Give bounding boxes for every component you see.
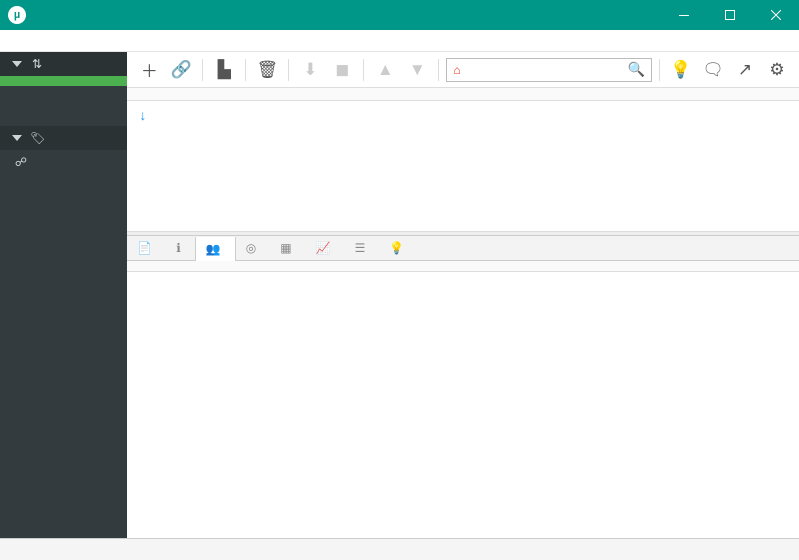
col-dl[interactable] [478, 92, 548, 96]
add-torrent-button[interactable]: ＋ [135, 56, 163, 84]
tag-icon: 🏷 [30, 131, 44, 145]
torrent-ul [548, 113, 618, 117]
sidebar-tasks-header[interactable]: ⇅ [0, 52, 127, 76]
torrent-list: ↓ [127, 101, 799, 231]
title-bar: µ [0, 0, 799, 30]
tab-files[interactable]: 📄 [127, 236, 166, 260]
start-button[interactable]: ⬇ [296, 56, 324, 84]
status-bar [0, 538, 799, 560]
torrent-list-header [127, 88, 799, 101]
stop-button[interactable]: ◼ [328, 56, 356, 84]
toolbar: ＋ 🔗 ▙ 🗑 ⬇ ◼ ▲ ▼ ⌂ 🔍 💡 🗨 ↗ ⚙ [127, 52, 799, 88]
pcol-client[interactable] [283, 264, 373, 268]
detail-tabs: 📄 ℹ 👥 ◎ ▦ 📈 ☰ 💡 [127, 235, 799, 261]
close-button[interactable] [753, 0, 799, 30]
download-icon: ↓ [139, 107, 146, 123]
separator [438, 59, 439, 81]
bundles-button[interactable]: 💡 [667, 56, 695, 84]
bulb-icon: 💡 [389, 241, 404, 255]
separator [245, 59, 246, 81]
sidebar-item-completed[interactable] [0, 96, 127, 106]
col-size[interactable] [728, 92, 793, 96]
sidebar-item-feeds[interactable]: ☍ [0, 150, 127, 174]
sidebar-item-inactive[interactable] [0, 116, 127, 126]
remote-button[interactable]: 🗨 [699, 56, 727, 84]
files-icon: 📄 [137, 241, 152, 255]
search-box[interactable]: ⌂ 🔍 [446, 58, 652, 82]
grid-icon: ▦ [280, 241, 291, 255]
col-ul[interactable] [548, 92, 618, 96]
menu-file[interactable] [4, 39, 20, 43]
col-peer[interactable] [673, 92, 728, 96]
search-icon[interactable]: 🔍 [628, 61, 645, 78]
sidebar-item-seeding[interactable] [0, 86, 127, 96]
pcol-pct[interactable] [428, 264, 483, 268]
pcol-ul[interactable] [548, 264, 613, 268]
separator [288, 59, 289, 81]
sidebar-item-downloading[interactable] [0, 76, 127, 86]
pcol-pdl[interactable] [668, 264, 753, 268]
pcol-ip[interactable] [133, 264, 283, 268]
chevron-down-icon [12, 61, 22, 67]
peers-header [127, 261, 799, 272]
menu-bar [0, 30, 799, 52]
menu-help[interactable] [36, 39, 52, 43]
separator [659, 59, 660, 81]
torrent-status [383, 113, 478, 117]
sidebar-item-active[interactable] [0, 106, 127, 116]
torrent-peer [673, 113, 728, 117]
torrent-dl [478, 113, 548, 117]
settings-button[interactable]: ⚙ [763, 56, 791, 84]
chevron-down-icon [12, 135, 22, 141]
tab-related[interactable]: 💡 [379, 236, 418, 260]
peers-panel [127, 261, 799, 538]
tab-tracker[interactable]: ◎ [236, 236, 270, 260]
tab-speed[interactable]: 📈 [306, 236, 345, 260]
tab-chunks[interactable]: ▦ [270, 236, 305, 260]
exchange-icon: ⇅ [30, 57, 44, 71]
search-input[interactable] [467, 63, 622, 77]
torrent-seed [618, 113, 673, 117]
pcol-req[interactable] [613, 264, 668, 268]
col-name[interactable] [133, 92, 383, 96]
torrent-row[interactable]: ↓ [127, 101, 799, 129]
separator [363, 59, 364, 81]
tab-log[interactable]: ☰ [345, 236, 380, 260]
pcol-dl[interactable] [483, 264, 548, 268]
col-seed[interactable] [618, 92, 673, 96]
add-url-button[interactable]: 🔗 [167, 56, 195, 84]
sidebar-labels-header[interactable]: 🏷 [0, 126, 127, 150]
tab-peers[interactable]: 👥 [195, 237, 236, 261]
sidebar: ⇅ 🏷 ☍ [0, 52, 127, 538]
maximize-button[interactable] [707, 0, 753, 30]
main-panel: ＋ 🔗 ▙ 🗑 ⬇ ◼ ▲ ▼ ⌂ 🔍 💡 🗨 ↗ ⚙ [127, 52, 799, 538]
create-torrent-button[interactable]: ▙ [210, 56, 238, 84]
share-button[interactable]: ↗ [731, 56, 759, 84]
menu-options[interactable] [20, 39, 36, 43]
peers-icon: 👥 [206, 242, 221, 256]
info-icon: ℹ [176, 241, 181, 255]
tab-info[interactable]: ℹ [166, 236, 195, 260]
col-status[interactable] [383, 92, 478, 96]
app-logo-icon: µ [8, 6, 26, 24]
move-down-button[interactable]: ▼ [403, 56, 431, 84]
remove-button[interactable]: 🗑 [253, 56, 281, 84]
minimize-button[interactable] [661, 0, 707, 30]
search-engine-icon[interactable]: ⌂ [453, 63, 460, 77]
pcol-flags[interactable] [373, 264, 428, 268]
torrent-size [728, 113, 793, 117]
rss-icon: ☍ [14, 155, 28, 169]
separator [202, 59, 203, 81]
log-icon: ☰ [355, 241, 366, 255]
move-up-button[interactable]: ▲ [371, 56, 399, 84]
speed-icon: 📈 [316, 241, 331, 255]
tracker-icon: ◎ [246, 241, 256, 255]
